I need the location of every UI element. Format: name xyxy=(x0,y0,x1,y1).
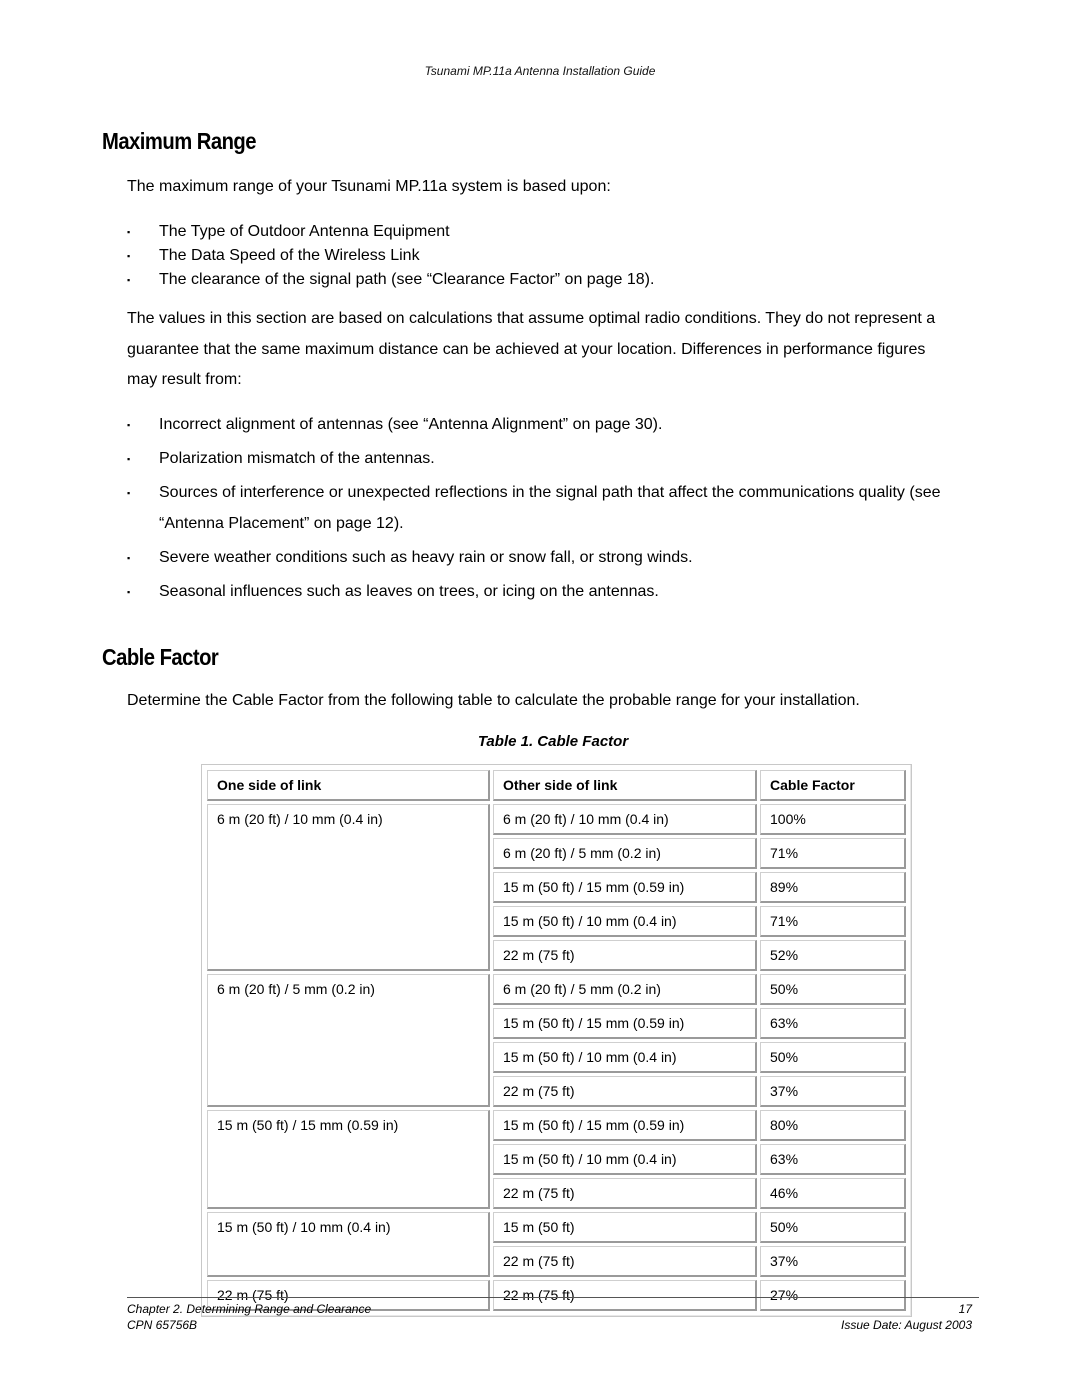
table-row: 6 m (20 ft) / 10 mm (0.4 in) 6 m (20 ft) … xyxy=(207,804,906,971)
cell-other-side: 15 m (50 ft) xyxy=(493,1212,757,1243)
cell-cable-factor: 27% xyxy=(760,1280,906,1311)
cell-cable-factor: 50% xyxy=(760,1042,906,1073)
cell-one-side: 15 m (50 ft) / 15 mm (0.59 in) xyxy=(207,1110,490,1209)
cable-factor-intro: Determine the Cable Factor from the foll… xyxy=(127,692,860,709)
cell-other-side: 22 m (75 ft) xyxy=(493,1280,757,1311)
footer-issue-date: Issue Date: August 2003 xyxy=(841,1318,972,1332)
list-item-text: Seasonal influences such as leaves on tr… xyxy=(159,582,659,600)
bullet-icon: ▪ xyxy=(127,488,131,498)
cell-other-side: 22 m (75 ft) xyxy=(493,1246,757,1277)
list-item: ▪ Polarization mismatch of the antennas. xyxy=(127,444,957,475)
cell-cable-factor: 80% xyxy=(760,1110,906,1141)
table-row: 6 m (20 ft) / 5 mm (0.2 in) 6 m (20 ft) /… xyxy=(207,974,906,1107)
column-header-other-side: Other side of link xyxy=(493,770,757,801)
list-item: ▪ Sources of interference or unexpected r… xyxy=(127,478,957,539)
cell-other-side: 6 m (20 ft) / 5 mm (0.2 in) xyxy=(493,838,757,869)
cell-cable-factor: 37% xyxy=(760,1246,906,1277)
list-item: ▪ The Data Speed of the Wireless Link xyxy=(127,244,957,268)
differences-list: ▪ Incorrect alignment of antennas (see “A… xyxy=(127,410,957,611)
cell-cable-factor: 46% xyxy=(760,1178,906,1209)
list-item-text: The Type of Outdoor Antenna Equipment xyxy=(159,223,450,240)
list-item-text: Sources of interference or unexpected re… xyxy=(159,484,941,532)
cell-cable-factor: 50% xyxy=(760,1212,906,1243)
page-number: 17 xyxy=(958,1302,972,1316)
cell-other-side: 22 m (75 ft) xyxy=(493,1178,757,1209)
disclaimer-paragraph: The values in this section are based on … xyxy=(127,310,936,388)
table-row: 15 m (50 ft) / 15 mm (0.59 in) 15 m (50 f… xyxy=(207,1110,906,1209)
cell-other-side: 22 m (75 ft) xyxy=(493,1076,757,1107)
range-factors-list: ▪ The Type of Outdoor Antenna Equipment ▪… xyxy=(127,220,957,292)
list-item-text: Polarization mismatch of the antennas. xyxy=(159,450,435,467)
list-item-text: The clearance of the signal path (see “C… xyxy=(159,271,655,288)
bullet-icon: ▪ xyxy=(127,586,131,597)
bullet-icon: ▪ xyxy=(127,454,131,464)
list-item: ▪ Incorrect alignment of antennas (see “A… xyxy=(127,410,957,441)
list-item: ▪ Severe weather conditions such as heavy… xyxy=(127,543,957,574)
list-item-text: Incorrect alignment of antennas (see “An… xyxy=(159,416,663,433)
cell-cable-factor: 63% xyxy=(760,1144,906,1175)
list-item: ▪ The clearance of the signal path (see “… xyxy=(127,268,957,292)
cell-other-side: 15 m (50 ft) / 15 mm (0.59 in) xyxy=(493,872,757,903)
cell-cable-factor: 71% xyxy=(760,906,906,937)
section-title-cable-factor: Cable Factor xyxy=(102,644,219,670)
bullet-icon: ▪ xyxy=(127,420,131,430)
cell-other-side: 6 m (20 ft) / 10 mm (0.4 in) xyxy=(493,804,757,835)
cell-other-side: 22 m (75 ft) xyxy=(493,940,757,971)
list-item-text: The Data Speed of the Wireless Link xyxy=(159,247,420,264)
cell-cable-factor: 89% xyxy=(760,872,906,903)
cell-cable-factor: 71% xyxy=(760,838,906,869)
list-item-text: Severe weather conditions such as heavy … xyxy=(159,548,693,566)
bullet-icon: ▪ xyxy=(127,251,131,261)
cell-one-side: 6 m (20 ft) / 5 mm (0.2 in) xyxy=(207,974,490,1107)
table-body: 6 m (20 ft) / 10 mm (0.4 in) 6 m (20 ft) … xyxy=(207,804,906,1311)
cell-one-side: 15 m (50 ft) / 10 mm (0.4 in) xyxy=(207,1212,490,1277)
footer-cpn: CPN 65756B xyxy=(127,1318,198,1332)
table-caption: Table 1. Cable Factor xyxy=(477,733,629,750)
running-header: Tsunami MP.11a Antenna Installation Guid… xyxy=(424,64,656,78)
section-title-maximum-range: Maximum Range xyxy=(102,128,257,154)
cell-one-side: 6 m (20 ft) / 10 mm (0.4 in) xyxy=(207,804,490,971)
list-item: ▪ Seasonal influences such as leaves on t… xyxy=(127,577,957,608)
bullet-icon: ▪ xyxy=(127,227,131,237)
bullet-icon: ▪ xyxy=(127,275,131,285)
cell-cable-factor: 100% xyxy=(760,804,906,835)
column-header-one-side: One side of link xyxy=(207,770,490,801)
bullet-icon: ▪ xyxy=(127,552,131,563)
cell-cable-factor: 50% xyxy=(760,974,906,1005)
footer-chapter: Chapter 2. Determining Range and Clearan… xyxy=(127,1302,372,1316)
cell-cable-factor: 52% xyxy=(760,940,906,971)
table-header-row: One side of link Other side of link Cabl… xyxy=(207,770,906,801)
cell-other-side: 15 m (50 ft) / 10 mm (0.4 in) xyxy=(493,1144,757,1175)
cell-cable-factor: 63% xyxy=(760,1008,906,1039)
cell-other-side: 15 m (50 ft) / 15 mm (0.59 in) xyxy=(493,1008,757,1039)
max-range-intro: The maximum range of your Tsunami MP.11a… xyxy=(127,178,611,195)
cell-other-side: 6 m (20 ft) / 5 mm (0.2 in) xyxy=(493,974,757,1005)
table-row: 15 m (50 ft) / 10 mm (0.4 in) 15 m (50 ft… xyxy=(207,1212,906,1277)
cell-other-side: 15 m (50 ft) / 15 mm (0.59 in) xyxy=(493,1110,757,1141)
cell-other-side: 15 m (50 ft) / 10 mm (0.4 in) xyxy=(493,906,757,937)
cell-cable-factor: 37% xyxy=(760,1076,906,1107)
cable-factor-table: One side of link Other side of link Cabl… xyxy=(201,764,912,1317)
footer-divider xyxy=(127,1297,979,1298)
list-item: ▪ The Type of Outdoor Antenna Equipment xyxy=(127,220,957,244)
cell-other-side: 15 m (50 ft) / 10 mm (0.4 in) xyxy=(493,1042,757,1073)
column-header-cable-factor: Cable Factor xyxy=(760,770,906,801)
